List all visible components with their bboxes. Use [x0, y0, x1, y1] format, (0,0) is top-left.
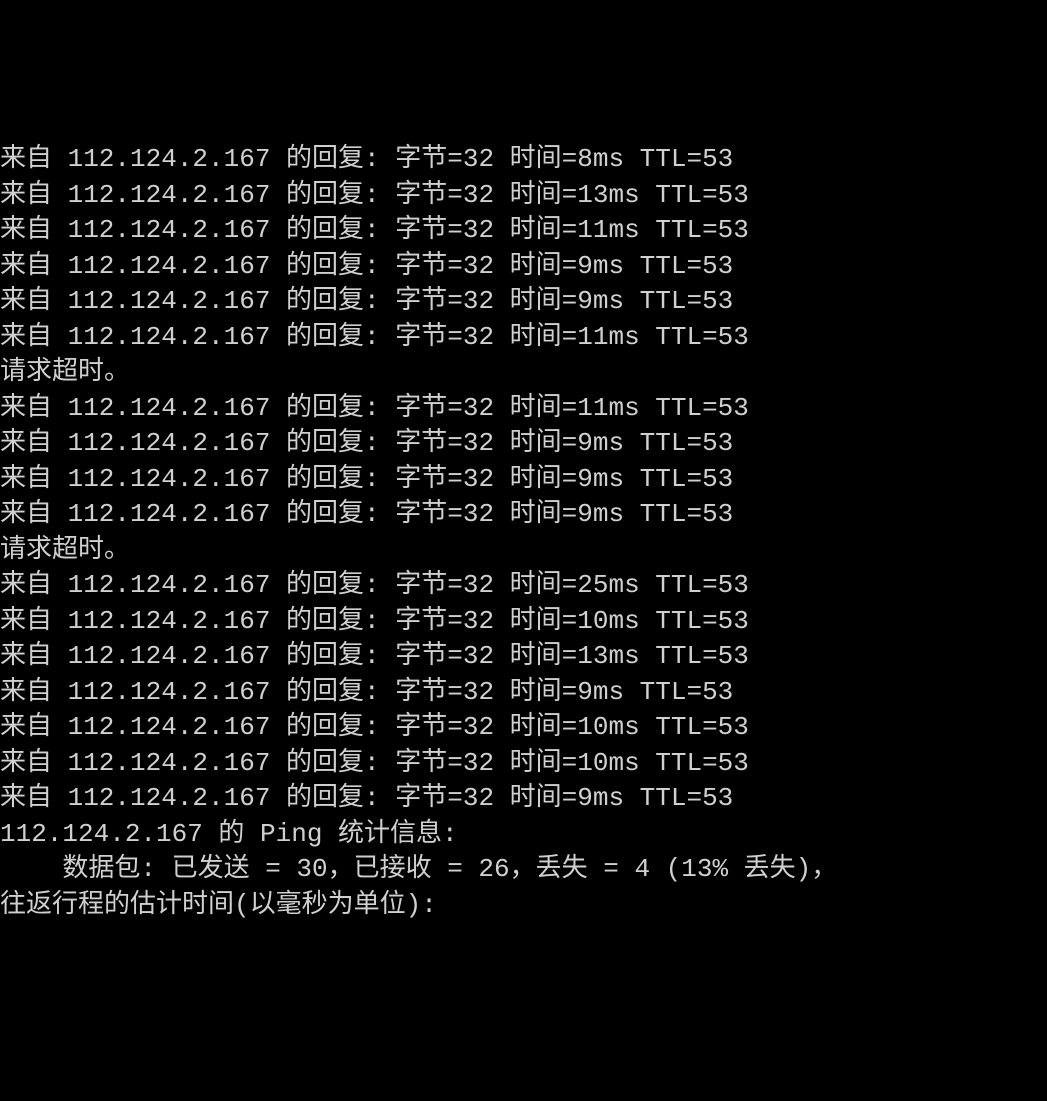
ping-reply-line: 来自 112.124.2.167 的回复: 字节=32 时间=9ms TTL=5… — [0, 249, 1047, 285]
ping-reply-line: 来自 112.124.2.167 的回复: 字节=32 时间=11ms TTL=… — [0, 213, 1047, 249]
ping-reply-line: 来自 112.124.2.167 的回复: 字节=32 时间=13ms TTL=… — [0, 639, 1047, 675]
ping-reply-line: 来自 112.124.2.167 的回复: 字节=32 时间=13ms TTL=… — [0, 178, 1047, 214]
ping-packets-line: 数据包: 已发送 = 30，已接收 = 26，丢失 = 4 (13% 丢失)， — [0, 852, 1047, 888]
ping-reply-line: 来自 112.124.2.167 的回复: 字节=32 时间=25ms TTL=… — [0, 568, 1047, 604]
ping-reply-line: 来自 112.124.2.167 的回复: 字节=32 时间=9ms TTL=5… — [0, 497, 1047, 533]
ping-reply-line: 来自 112.124.2.167 的回复: 字节=32 时间=9ms TTL=5… — [0, 781, 1047, 817]
terminal-output: 来自 112.124.2.167 的回复: 字节=32 时间=8ms TTL=5… — [0, 142, 1047, 923]
ping-reply-line: 来自 112.124.2.167 的回复: 字节=32 时间=8ms TTL=5… — [0, 142, 1047, 178]
ping-reply-line: 来自 112.124.2.167 的回复: 字节=32 时间=11ms TTL=… — [0, 391, 1047, 427]
ping-timeout-line: 请求超时。 — [0, 355, 1047, 391]
ping-reply-line: 来自 112.124.2.167 的回复: 字节=32 时间=10ms TTL=… — [0, 710, 1047, 746]
ping-reply-line: 来自 112.124.2.167 的回复: 字节=32 时间=9ms TTL=5… — [0, 462, 1047, 498]
ping-reply-line: 来自 112.124.2.167 的回复: 字节=32 时间=10ms TTL=… — [0, 604, 1047, 640]
ping-reply-line: 来自 112.124.2.167 的回复: 字节=32 时间=11ms TTL=… — [0, 320, 1047, 356]
ping-stats-header: 112.124.2.167 的 Ping 统计信息: — [0, 817, 1047, 853]
ping-rtt-line: 往返行程的估计时间(以毫秒为单位): — [0, 888, 1047, 924]
ping-reply-line: 来自 112.124.2.167 的回复: 字节=32 时间=9ms TTL=5… — [0, 426, 1047, 462]
ping-reply-line: 来自 112.124.2.167 的回复: 字节=32 时间=9ms TTL=5… — [0, 675, 1047, 711]
ping-reply-line: 来自 112.124.2.167 的回复: 字节=32 时间=10ms TTL=… — [0, 746, 1047, 782]
ping-reply-line: 来自 112.124.2.167 的回复: 字节=32 时间=9ms TTL=5… — [0, 284, 1047, 320]
ping-timeout-line: 请求超时。 — [0, 533, 1047, 569]
